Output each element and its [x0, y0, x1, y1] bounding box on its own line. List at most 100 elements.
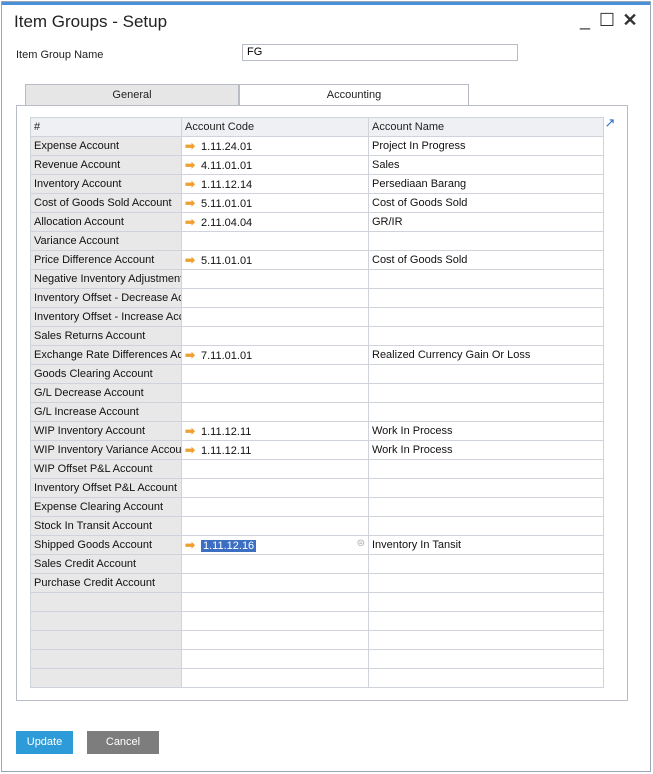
account-code-cell[interactable] — [181, 288, 369, 308]
account-code-cell[interactable]: ➡ 4.11.01.01 — [181, 155, 369, 175]
expand-icon[interactable]: ↗ — [603, 116, 617, 130]
account-code-cell[interactable]: ➡ 1.11.12.16 ⊜ — [181, 535, 369, 555]
account-code-cell[interactable] — [181, 231, 369, 251]
table-row[interactable] — [30, 592, 604, 612]
account-code-cell[interactable]: ➡ 1.11.12.14 — [181, 174, 369, 194]
item-group-name-field[interactable]: FG — [242, 44, 518, 61]
account-code-cell[interactable]: ➡ 1.11.24.01 — [181, 136, 369, 156]
account-type-cell: Sales Credit Account — [30, 554, 182, 574]
account-code-value: 1.11.12.11 — [201, 426, 252, 438]
account-code-cell[interactable] — [181, 592, 369, 612]
account-code-cell[interactable]: ➡ 7.11.01.01 — [181, 345, 369, 365]
table-row[interactable]: Goods Clearing Account — [30, 364, 604, 384]
account-code-value: 1.11.12.11 — [201, 445, 252, 457]
account-name-cell: GR/IR — [368, 212, 604, 232]
account-code-cell[interactable]: ➡ 2.11.04.04 — [181, 212, 369, 232]
account-code-cell[interactable] — [181, 269, 369, 289]
cancel-button[interactable]: Cancel — [87, 731, 159, 754]
link-arrow-icon[interactable]: ➡ — [185, 443, 201, 457]
table-row[interactable]: WIP Offset P&L Account — [30, 459, 604, 479]
account-type-cell: G/L Increase Account — [30, 402, 182, 422]
choose-from-list-icon[interactable]: ⊜ — [357, 538, 365, 549]
account-code-cell[interactable] — [181, 630, 369, 650]
title-bar: Item Groups - Setup _ ☐ ✕ — [2, 5, 650, 37]
account-type-cell — [30, 611, 182, 631]
table-row[interactable]: Expense Clearing Account — [30, 497, 604, 517]
account-code-cell[interactable] — [181, 478, 369, 498]
account-code-cell[interactable] — [181, 383, 369, 403]
account-code-cell[interactable]: ➡ 1.11.12.11 — [181, 440, 369, 460]
account-type-cell: G/L Decrease Account — [30, 383, 182, 403]
table-row[interactable]: Price Difference Account ➡ 5.11.01.01 Cost … — [30, 250, 604, 270]
account-type-cell — [30, 630, 182, 650]
account-code-cell[interactable] — [181, 402, 369, 422]
account-type-cell: Allocation Account — [30, 212, 182, 232]
account-code-value: 5.11.01.01 — [201, 255, 253, 267]
account-name-cell — [368, 554, 604, 574]
table-row[interactable]: Inventory Account ➡ 1.11.12.14 Persediaan B… — [30, 174, 604, 194]
account-code-cell[interactable] — [181, 668, 369, 688]
table-row[interactable]: Shipped Goods Account ➡ 1.11.12.16 ⊜ Invento… — [30, 535, 604, 555]
close-button[interactable]: ✕ — [620, 9, 640, 31]
grid-header-row: # Account Code Account Name — [30, 117, 604, 137]
table-row[interactable]: Sales Credit Account — [30, 554, 604, 574]
account-code-cell[interactable] — [181, 554, 369, 574]
table-row[interactable]: WIP Inventory Account ➡ 1.11.12.11 Work In … — [30, 421, 604, 441]
window-title: Item Groups - Setup — [14, 12, 168, 31]
table-row[interactable]: WIP Inventory Variance Account ➡ 1.11.12.1… — [30, 440, 604, 460]
account-code-cell[interactable] — [181, 573, 369, 593]
link-arrow-icon[interactable]: ➡ — [185, 215, 201, 229]
table-row[interactable]: Inventory Offset - Increase Account — [30, 307, 604, 327]
account-code-cell[interactable] — [181, 459, 369, 479]
table-row[interactable] — [30, 649, 604, 669]
table-row[interactable]: Expense Account ➡ 1.11.24.01 Project In Pro… — [30, 136, 604, 156]
account-code-cell[interactable] — [181, 649, 369, 669]
table-row[interactable]: Sales Returns Account — [30, 326, 604, 346]
account-name-cell: Cost of Goods Sold — [368, 250, 604, 270]
account-code-cell[interactable] — [181, 611, 369, 631]
table-row[interactable]: Revenue Account ➡ 4.11.01.01 Sales — [30, 155, 604, 175]
table-row[interactable]: G/L Increase Account — [30, 402, 604, 422]
table-row[interactable] — [30, 611, 604, 631]
table-row[interactable]: Variance Account — [30, 231, 604, 251]
link-arrow-icon[interactable]: ➡ — [185, 158, 201, 172]
table-row[interactable]: Purchase Credit Account — [30, 573, 604, 593]
table-row[interactable]: Allocation Account ➡ 2.11.04.04 GR/IR — [30, 212, 604, 232]
tab-general[interactable]: General — [25, 84, 239, 106]
account-code-cell[interactable] — [181, 364, 369, 384]
link-arrow-icon[interactable]: ➡ — [185, 253, 201, 267]
account-code-cell[interactable] — [181, 326, 369, 346]
account-code-cell[interactable]: ➡ 5.11.01.01 — [181, 193, 369, 213]
table-row[interactable] — [30, 630, 604, 650]
table-row[interactable]: Inventory Offset P&L Account — [30, 478, 604, 498]
link-arrow-icon[interactable]: ➡ — [185, 424, 201, 438]
table-row[interactable]: Cost of Goods Sold Account ➡ 5.11.01.01 Cos… — [30, 193, 604, 213]
link-arrow-icon[interactable]: ➡ — [185, 538, 201, 552]
table-row[interactable] — [30, 668, 604, 688]
table-row[interactable]: G/L Decrease Account — [30, 383, 604, 403]
account-type-cell: WIP Inventory Account — [30, 421, 182, 441]
link-arrow-icon[interactable]: ➡ — [185, 348, 201, 362]
account-name-cell — [368, 478, 604, 498]
table-row[interactable]: Exchange Rate Differences Account➡7.11.0… — [30, 345, 604, 365]
account-name-cell: Project In Progress — [368, 136, 604, 156]
table-row[interactable]: Stock In Transit Account — [30, 516, 604, 536]
account-code-cell[interactable] — [181, 516, 369, 536]
account-code-cell[interactable] — [181, 307, 369, 327]
account-code-cell[interactable]: ➡ 5.11.01.01 — [181, 250, 369, 270]
minimize-button[interactable]: _ — [575, 9, 595, 31]
link-arrow-icon[interactable]: ➡ — [185, 177, 201, 191]
account-code-cell[interactable] — [181, 497, 369, 517]
link-arrow-icon[interactable]: ➡ — [185, 139, 201, 153]
account-name-cell: Cost of Goods Sold — [368, 193, 604, 213]
accounts-grid: # Account Code Account Name Expense Acco… — [30, 117, 604, 688]
maximize-button[interactable]: ☐ — [597, 9, 617, 31]
account-code-cell[interactable]: ➡ 1.11.12.11 — [181, 421, 369, 441]
account-name-cell: Realized Currency Gain Or Loss — [368, 345, 604, 365]
tab-accounting[interactable]: Accounting — [239, 84, 469, 106]
update-button[interactable]: Update — [16, 731, 73, 754]
table-row[interactable]: Inventory Offset - Decrease Account — [30, 288, 604, 308]
link-arrow-icon[interactable]: ➡ — [185, 196, 201, 210]
account-type-cell: Expense Clearing Account — [30, 497, 182, 517]
table-row[interactable]: Negative Inventory Adjustment Account — [30, 269, 604, 289]
